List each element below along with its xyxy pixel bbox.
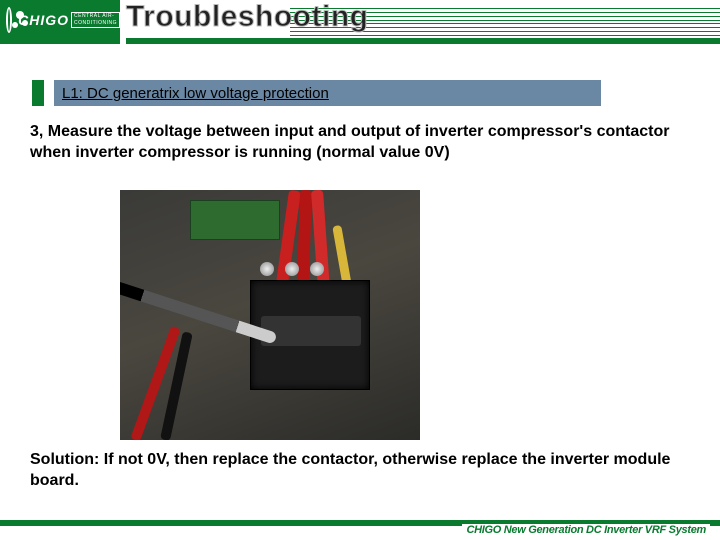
terminal-icon (285, 262, 299, 276)
solution-text: Solution: If not 0V, then replace the co… (30, 450, 690, 492)
terminal-icon (260, 262, 274, 276)
terminal-icon (310, 262, 324, 276)
step-instruction: 3, Measure the voltage between input and… (30, 122, 690, 164)
chigo-logo-icon (6, 7, 12, 33)
header-divider (0, 38, 720, 44)
brand-logo-block: CHIGO CENTRAL AIR-CONDITIONING (0, 0, 120, 40)
brand-name: CHIGO (18, 12, 69, 28)
error-code-label: L1: DC generatrix low voltage protection (54, 80, 601, 106)
footer-text: CHIGO New Generation DC Inverter VRF Sys… (462, 524, 710, 540)
contactor-photo (120, 190, 420, 440)
brand-subtitle: CENTRAL AIR-CONDITIONING (71, 12, 120, 28)
section-marker (32, 80, 44, 106)
circuit-board-icon (190, 200, 280, 240)
slide-header: CHIGO CENTRAL AIR-CONDITIONING Troublesh… (0, 0, 720, 60)
page-title: Troubleshooting (126, 0, 368, 34)
